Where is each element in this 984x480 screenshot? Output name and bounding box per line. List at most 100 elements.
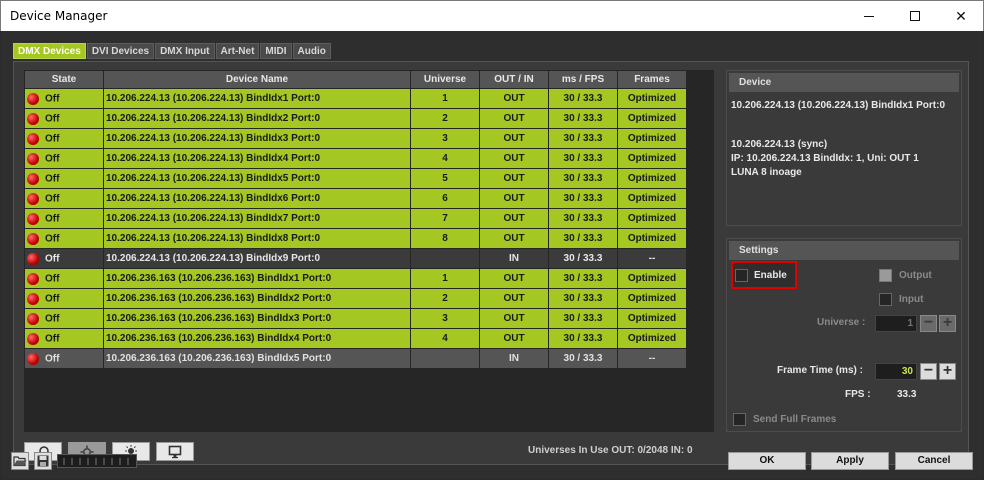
- ms-fps-cell[interactable]: 30 / 33.3: [549, 309, 617, 328]
- ms-fps-cell[interactable]: 30 / 33.3: [549, 129, 617, 148]
- direction-cell[interactable]: OUT: [480, 229, 548, 248]
- tab-dmx-devices[interactable]: DMX Devices: [13, 43, 86, 59]
- universe-cell[interactable]: 2: [411, 109, 479, 128]
- device-name-cell[interactable]: 10.206.224.13 (10.206.224.13) BindIdx2 P…: [104, 109, 410, 128]
- state-cell[interactable]: Off: [25, 189, 103, 208]
- table-row[interactable]: Off 10.206.236.163 (10.206.236.163) BindI…: [25, 289, 686, 308]
- tab-midi[interactable]: MIDI: [260, 43, 292, 59]
- enable-checkbox[interactable]: [735, 269, 748, 282]
- frame-time-increment-button[interactable]: +: [939, 363, 956, 380]
- column-header-state[interactable]: State: [25, 71, 103, 88]
- device-name-cell[interactable]: 10.206.236.163 (10.206.236.163) BindIdx3…: [104, 309, 410, 328]
- table-row[interactable]: Off 10.206.236.163 (10.206.236.163) BindI…: [25, 269, 686, 288]
- universe-cell[interactable]: 2: [411, 289, 479, 308]
- state-cell[interactable]: Off: [25, 89, 103, 108]
- direction-cell[interactable]: OUT: [480, 149, 548, 168]
- table-row[interactable]: Off 10.206.224.13 (10.206.224.13) BindIdx…: [25, 189, 686, 208]
- universe-cell[interactable]: 5: [411, 169, 479, 188]
- ms-fps-cell[interactable]: 30 / 33.3: [549, 329, 617, 348]
- ms-fps-cell[interactable]: 30 / 33.3: [549, 289, 617, 308]
- direction-cell[interactable]: OUT: [480, 269, 548, 288]
- ms-fps-cell[interactable]: 30 / 33.3: [549, 229, 617, 248]
- universe-input[interactable]: 1: [875, 315, 917, 332]
- state-cell[interactable]: Off: [25, 269, 103, 288]
- frames-cell[interactable]: Optimized: [618, 109, 686, 128]
- column-header-out-in[interactable]: OUT / IN: [480, 71, 548, 88]
- ms-fps-cell[interactable]: 30 / 33.3: [549, 349, 617, 368]
- state-cell[interactable]: Off: [25, 309, 103, 328]
- universe-cell[interactable]: 4: [411, 149, 479, 168]
- tab-art-net[interactable]: Art-Net: [215, 43, 260, 59]
- frames-cell[interactable]: Optimized: [618, 269, 686, 288]
- direction-cell[interactable]: OUT: [480, 189, 548, 208]
- tab-dmx-input[interactable]: DMX Input: [155, 43, 215, 59]
- ok-button[interactable]: OK: [728, 452, 806, 470]
- column-header-ms-fps[interactable]: ms / FPS: [549, 71, 617, 88]
- direction-cell[interactable]: OUT: [480, 289, 548, 308]
- universe-cell[interactable]: 1: [411, 269, 479, 288]
- column-header-device-name[interactable]: Device Name: [104, 71, 410, 88]
- universe-cell[interactable]: 3: [411, 309, 479, 328]
- direction-cell[interactable]: OUT: [480, 89, 548, 108]
- minimize-button[interactable]: [846, 1, 892, 31]
- universe-cell[interactable]: 6: [411, 189, 479, 208]
- apply-button[interactable]: Apply: [811, 452, 889, 470]
- frame-time-input[interactable]: 30: [875, 363, 917, 380]
- ms-fps-cell[interactable]: 30 / 33.3: [549, 109, 617, 128]
- state-cell[interactable]: Off: [25, 329, 103, 348]
- maximize-button[interactable]: [892, 1, 938, 31]
- monitor-button[interactable]: [156, 442, 194, 461]
- tab-dvi-devices[interactable]: DVI Devices: [86, 43, 155, 59]
- close-button[interactable]: ✕: [938, 1, 984, 31]
- table-row[interactable]: Off 10.206.224.13 (10.206.224.13) BindIdx…: [25, 109, 686, 128]
- direction-cell[interactable]: OUT: [480, 109, 548, 128]
- state-cell[interactable]: Off: [25, 249, 103, 268]
- device-name-cell[interactable]: 10.206.224.13 (10.206.224.13) BindIdx1 P…: [104, 89, 410, 108]
- state-cell[interactable]: Off: [25, 109, 103, 128]
- frames-cell[interactable]: Optimized: [618, 329, 686, 348]
- frame-time-decrement-button[interactable]: −: [920, 363, 937, 380]
- universe-cell[interactable]: 1: [411, 89, 479, 108]
- frames-cell[interactable]: Optimized: [618, 149, 686, 168]
- table-row[interactable]: Off 10.206.224.13 (10.206.224.13) BindIdx…: [25, 149, 686, 168]
- open-folder-button[interactable]: [11, 452, 29, 470]
- ms-fps-cell[interactable]: 30 / 33.3: [549, 149, 617, 168]
- table-row[interactable]: Off 10.206.236.163 (10.206.236.163) BindI…: [25, 349, 686, 368]
- direction-cell[interactable]: IN: [480, 349, 548, 368]
- ms-fps-cell[interactable]: 30 / 33.3: [549, 169, 617, 188]
- frames-cell[interactable]: Optimized: [618, 89, 686, 108]
- direction-cell[interactable]: OUT: [480, 309, 548, 328]
- table-row[interactable]: Off 10.206.224.13 (10.206.224.13) BindIdx…: [25, 129, 686, 148]
- frames-cell[interactable]: Optimized: [618, 309, 686, 328]
- device-name-cell[interactable]: 10.206.224.13 (10.206.224.13) BindIdx5 P…: [104, 169, 410, 188]
- table-row[interactable]: Off 10.206.224.13 (10.206.224.13) BindIdx…: [25, 169, 686, 188]
- device-name-cell[interactable]: 10.206.224.13 (10.206.224.13) BindIdx3 P…: [104, 129, 410, 148]
- direction-cell[interactable]: OUT: [480, 129, 548, 148]
- state-cell[interactable]: Off: [25, 149, 103, 168]
- frames-cell[interactable]: --: [618, 249, 686, 268]
- universe-cell[interactable]: 7: [411, 209, 479, 228]
- table-row[interactable]: Off 10.206.224.13 (10.206.224.13) BindIdx…: [25, 229, 686, 248]
- device-name-cell[interactable]: 10.206.224.13 (10.206.224.13) BindIdx7 P…: [104, 209, 410, 228]
- universe-cell[interactable]: 3: [411, 129, 479, 148]
- ms-fps-cell[interactable]: 30 / 33.3: [549, 89, 617, 108]
- universe-decrement-button[interactable]: −: [920, 315, 937, 332]
- device-name-cell[interactable]: 10.206.224.13 (10.206.224.13) BindIdx6 P…: [104, 189, 410, 208]
- direction-cell[interactable]: OUT: [480, 329, 548, 348]
- device-name-cell[interactable]: 10.206.236.163 (10.206.236.163) BindIdx4…: [104, 329, 410, 348]
- ms-fps-cell[interactable]: 30 / 33.3: [549, 269, 617, 288]
- zoom-slider[interactable]: [57, 454, 137, 468]
- device-name-cell[interactable]: 10.206.224.13 (10.206.224.13) BindIdx8 P…: [104, 229, 410, 248]
- state-cell[interactable]: Off: [25, 169, 103, 188]
- frames-cell[interactable]: Optimized: [618, 209, 686, 228]
- direction-cell[interactable]: IN: [480, 249, 548, 268]
- column-header-universe[interactable]: Universe: [411, 71, 479, 88]
- cancel-button[interactable]: Cancel: [895, 452, 973, 470]
- device-name-cell[interactable]: 10.206.236.163 (10.206.236.163) BindIdx2…: [104, 289, 410, 308]
- state-cell[interactable]: Off: [25, 209, 103, 228]
- send-full-frames-checkbox[interactable]: [733, 413, 746, 426]
- universe-cell[interactable]: 4: [411, 329, 479, 348]
- frames-cell[interactable]: Optimized: [618, 189, 686, 208]
- table-row[interactable]: Off 10.206.224.13 (10.206.224.13) BindIdx…: [25, 209, 686, 228]
- input-checkbox[interactable]: [879, 293, 892, 306]
